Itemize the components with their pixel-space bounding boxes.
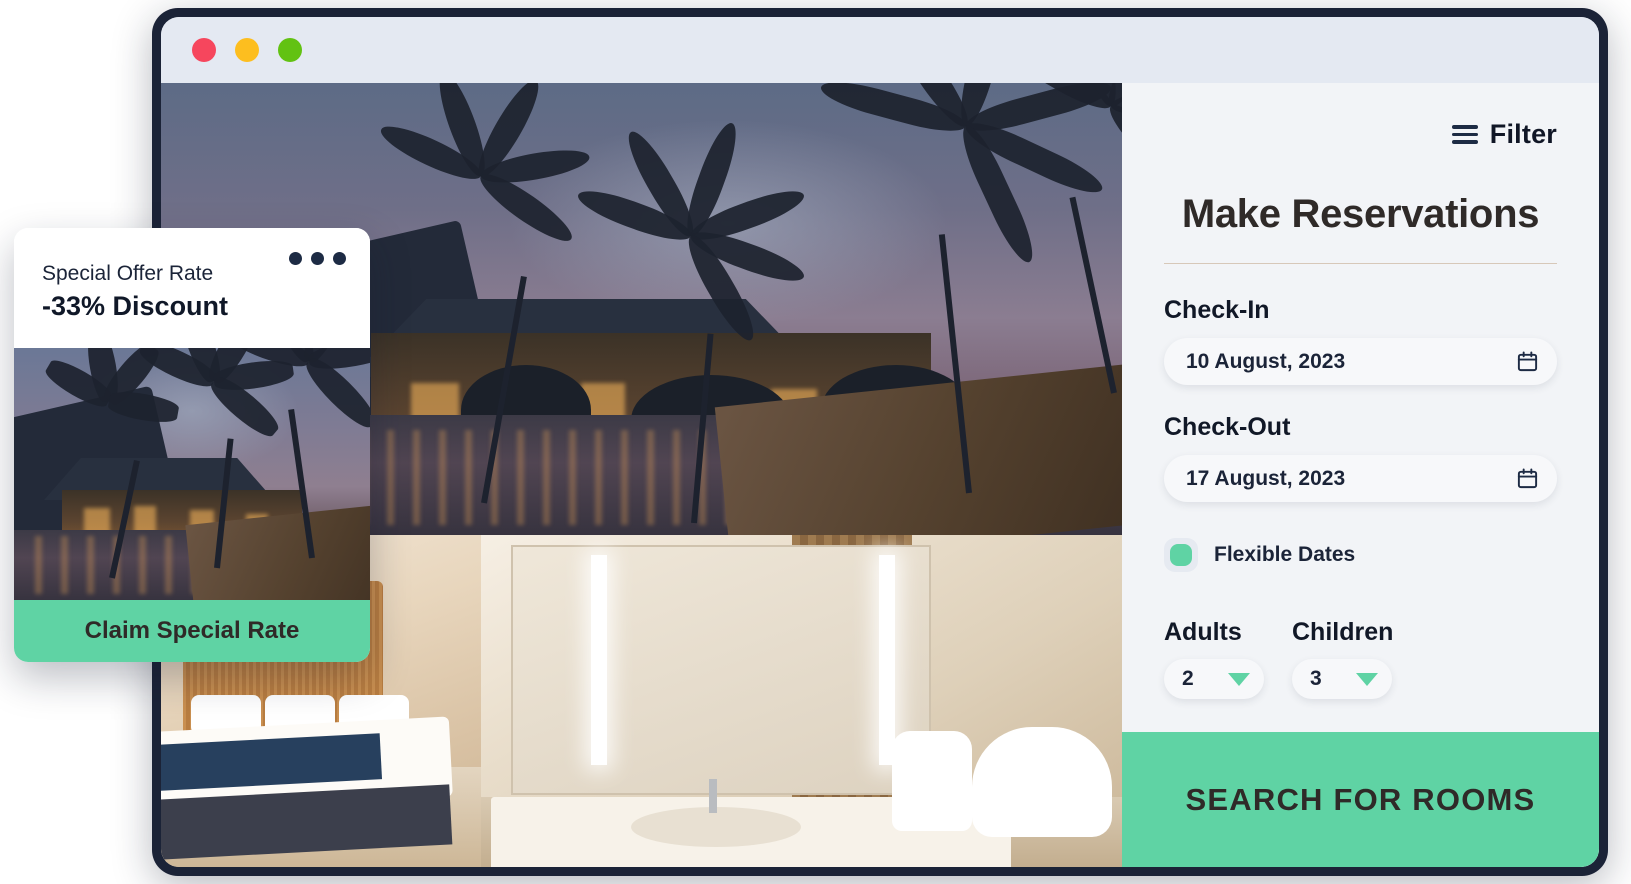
more-options-icon[interactable]	[289, 252, 346, 265]
browser-window-inner: Filter Make Reservations Check-In 10 Aug…	[161, 17, 1599, 867]
checkin-date-value: 10 August, 2023	[1186, 349, 1346, 373]
adults-field: Adults 2	[1164, 618, 1264, 699]
bathroom-image	[481, 535, 1122, 867]
calendar-icon[interactable]	[1516, 350, 1539, 373]
title-divider	[1164, 263, 1557, 264]
guests-section: Adults 2 Children 3	[1164, 618, 1557, 699]
offer-subtitle: Special Offer Rate	[42, 262, 214, 285]
claim-special-rate-button[interactable]: Claim Special Rate	[14, 600, 370, 662]
adults-label: Adults	[1164, 618, 1242, 646]
filter-button[interactable]: Filter	[1164, 119, 1557, 150]
checkout-label: Check-Out	[1164, 413, 1291, 441]
filter-label: Filter	[1489, 119, 1557, 149]
toggle-indicator	[1164, 538, 1198, 572]
flexible-dates-toggle[interactable]: Flexible Dates	[1164, 538, 1557, 572]
offer-card-header: Special Offer Rate -33% Discount	[14, 228, 370, 348]
search-for-rooms-button[interactable]: SEARCH FOR ROOMS	[1122, 732, 1599, 867]
flexible-dates-label: Flexible Dates	[1214, 543, 1356, 566]
children-label: Children	[1292, 618, 1394, 646]
reservation-form: Filter Make Reservations Check-In 10 Aug…	[1122, 83, 1599, 732]
offer-card-image	[14, 348, 370, 600]
checkout-date-value: 17 August, 2023	[1186, 466, 1346, 490]
calendar-icon[interactable]	[1516, 467, 1539, 490]
hamburger-icon	[1451, 125, 1478, 144]
children-select[interactable]: 3	[1292, 659, 1392, 699]
adults-select[interactable]: 2	[1164, 659, 1264, 699]
close-window-button[interactable]	[192, 38, 216, 62]
checkin-date-input[interactable]: 10 August, 2023	[1164, 338, 1557, 385]
reservation-panel: Filter Make Reservations Check-In 10 Aug…	[1122, 83, 1599, 867]
checkin-label: Check-In	[1164, 296, 1270, 324]
special-offer-card: Special Offer Rate -33% Discount Claim S…	[14, 228, 370, 662]
page-title: Make Reservations	[1181, 192, 1540, 236]
minimize-window-button[interactable]	[235, 38, 259, 62]
chevron-down-icon	[1356, 672, 1378, 686]
adults-value: 2	[1182, 667, 1194, 690]
browser-window-frame: Filter Make Reservations Check-In 10 Aug…	[152, 8, 1608, 876]
offer-title: -33% Discount	[42, 291, 229, 321]
maximize-window-button[interactable]	[278, 38, 302, 62]
checkout-date-input[interactable]: 17 August, 2023	[1164, 455, 1557, 502]
chevron-down-icon	[1228, 672, 1250, 686]
window-titlebar	[161, 17, 1599, 83]
page-content: Filter Make Reservations Check-In 10 Aug…	[161, 83, 1599, 867]
children-value: 3	[1310, 667, 1322, 690]
children-field: Children 3	[1292, 618, 1393, 699]
